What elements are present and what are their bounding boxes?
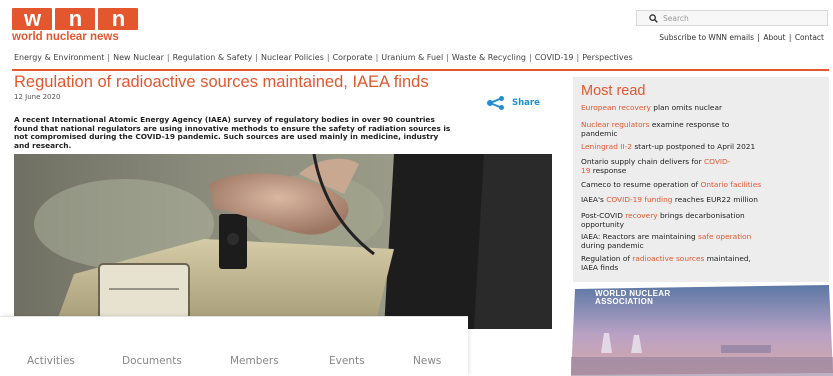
- most-read-highlight: safe operation: [697, 232, 752, 241]
- most-read-item[interactable]: Leningrad II-2 start-up postponed to Apr…: [581, 142, 821, 152]
- most-read-text: start-up postponed to April 2021: [631, 142, 756, 151]
- lead-line: and research.: [14, 141, 72, 151]
- most-read-item[interactable]: Ontario supply chain delivers for COVID-…: [581, 157, 821, 176]
- logo-letter-n2: n: [98, 8, 138, 30]
- share-icon: [487, 96, 504, 110]
- most-read-line: IAEA finds: [581, 262, 821, 273]
- nav-regulation-safety[interactable]: Regulation & Safety: [173, 53, 253, 62]
- most-read-line: IAEA's COVID-19 funding reaches EUR22 mi…: [581, 195, 821, 205]
- most-read-highlight: Ontario facilities: [700, 180, 762, 189]
- most-read-item[interactable]: Regulation of radioactive sources mainta…: [581, 254, 821, 273]
- most-read-text: pandemic: [581, 128, 618, 138]
- article-hero-image: [14, 154, 552, 329]
- most-read-highlight: Leningrad II-2: [581, 142, 632, 151]
- wna-banner-ad[interactable]: WORLD NUCLEAR ASSOCIATION: [571, 283, 833, 376]
- nav-nuclear-policies[interactable]: Nuclear Policies: [261, 53, 324, 62]
- most-read-highlight: 19: [581, 165, 591, 175]
- banner-line: ASSOCIATION: [595, 297, 654, 306]
- nav-new-nuclear[interactable]: New Nuclear: [113, 53, 164, 62]
- most-read-highlight: radioactive sources: [632, 254, 705, 263]
- share-button[interactable]: Share: [486, 96, 540, 110]
- share-label: Share: [512, 98, 540, 108]
- overlay-menu-bar: Activities Documents Members Events News: [0, 316, 468, 376]
- search-placeholder: Search: [663, 13, 689, 23]
- most-read-text: maintained,: [704, 254, 751, 263]
- most-read-text: plan omits nuclear: [650, 103, 723, 112]
- logo-letter-w: w: [12, 8, 52, 30]
- most-read-line: Leningrad II-2 start-up postponed to Apr…: [581, 142, 821, 152]
- lead-line: not compromised during the COVID-19 pand…: [14, 132, 439, 142]
- contact-link[interactable]: Contact: [795, 33, 824, 42]
- menu-activities[interactable]: Activities: [27, 355, 75, 367]
- most-read-item[interactable]: Post-COVID recovery brings decarbonisati…: [581, 211, 821, 230]
- menu-members[interactable]: Members: [230, 355, 279, 367]
- top-links: Subscribe to WNN emails | About | Contac…: [659, 33, 824, 42]
- menu-events[interactable]: Events: [329, 355, 365, 367]
- most-read-text: Cameco to resume operation of: [581, 180, 701, 189]
- most-read-text: during pandemic: [581, 240, 644, 250]
- most-read-line: 19 response: [581, 165, 821, 176]
- most-read-text: reaches EUR22 million: [672, 195, 758, 204]
- most-read-item[interactable]: European recovery plan omits nuclear: [581, 103, 821, 113]
- nav-waste-recycling[interactable]: Waste & Recycling: [452, 53, 526, 62]
- most-read-text: IAEA's: [581, 195, 607, 204]
- menu-news[interactable]: News: [413, 355, 441, 367]
- most-read-highlight: recovery: [625, 211, 658, 220]
- article-title: Regulation of radioactive sources mainta…: [14, 73, 429, 91]
- nav-energy-environment[interactable]: Energy & Environment: [14, 53, 104, 62]
- wnn-logo[interactable]: w n n world nuclear news: [12, 8, 152, 46]
- most-read-text: opportunity: [581, 219, 625, 229]
- most-read-line: European recovery plan omits nuclear: [581, 103, 821, 113]
- most-read-text: response: [590, 165, 627, 175]
- logo-letter-n1: n: [55, 8, 95, 30]
- most-read-line: opportunity: [581, 219, 821, 230]
- search-icon: [649, 13, 658, 23]
- search-box[interactable]: Search: [636, 10, 828, 26]
- nav-covid-19[interactable]: COVID-19: [535, 53, 574, 62]
- most-read-title: Most read: [581, 83, 646, 99]
- most-read-item[interactable]: Cameco to resume operation of Ontario fa…: [581, 180, 821, 190]
- most-read-panel: Most read European recovery plan omits n…: [573, 77, 829, 282]
- most-read-highlight: COVID-19 funding: [606, 195, 673, 204]
- most-read-line: pandemic: [581, 128, 821, 139]
- nav-corporate[interactable]: Corporate: [333, 53, 373, 62]
- article-lead: A recent International Atomic Energy Age…: [14, 115, 554, 151]
- most-read-text: examine response to: [649, 120, 730, 129]
- nav-divider: [12, 69, 829, 71]
- most-read-item[interactable]: Nuclear regulators examine response to pa…: [581, 120, 821, 139]
- most-read-highlight: European recovery: [581, 103, 651, 112]
- most-read-line: Cameco to resume operation of Ontario fa…: [581, 180, 821, 190]
- most-read-line: during pandemic: [581, 240, 821, 251]
- banner-title: WORLD NUCLEAR ASSOCIATION: [595, 290, 670, 306]
- most-read-highlight: COVID-: [703, 157, 731, 166]
- nav-perspectives[interactable]: Perspectives: [582, 53, 633, 62]
- about-link[interactable]: About: [763, 33, 785, 42]
- article-date: 12 June 2020: [14, 93, 61, 101]
- most-read-item[interactable]: IAEA's COVID-19 funding reaches EUR22 mi…: [581, 195, 821, 205]
- nav-uranium-fuel[interactable]: Uranium & Fuel: [381, 53, 443, 62]
- logo-subtitle: world nuclear news: [12, 31, 119, 43]
- most-read-text: brings decarbonisation: [657, 211, 745, 220]
- menu-documents[interactable]: Documents: [122, 355, 182, 367]
- main-nav: Energy & Environment | New Nuclear | Regulat…: [14, 53, 633, 62]
- most-read-text: IAEA finds: [581, 262, 619, 272]
- most-read-item[interactable]: IAEA: Reactors are maintaining safe oper…: [581, 232, 821, 251]
- subscribe-link[interactable]: Subscribe to WNN emails: [659, 33, 754, 42]
